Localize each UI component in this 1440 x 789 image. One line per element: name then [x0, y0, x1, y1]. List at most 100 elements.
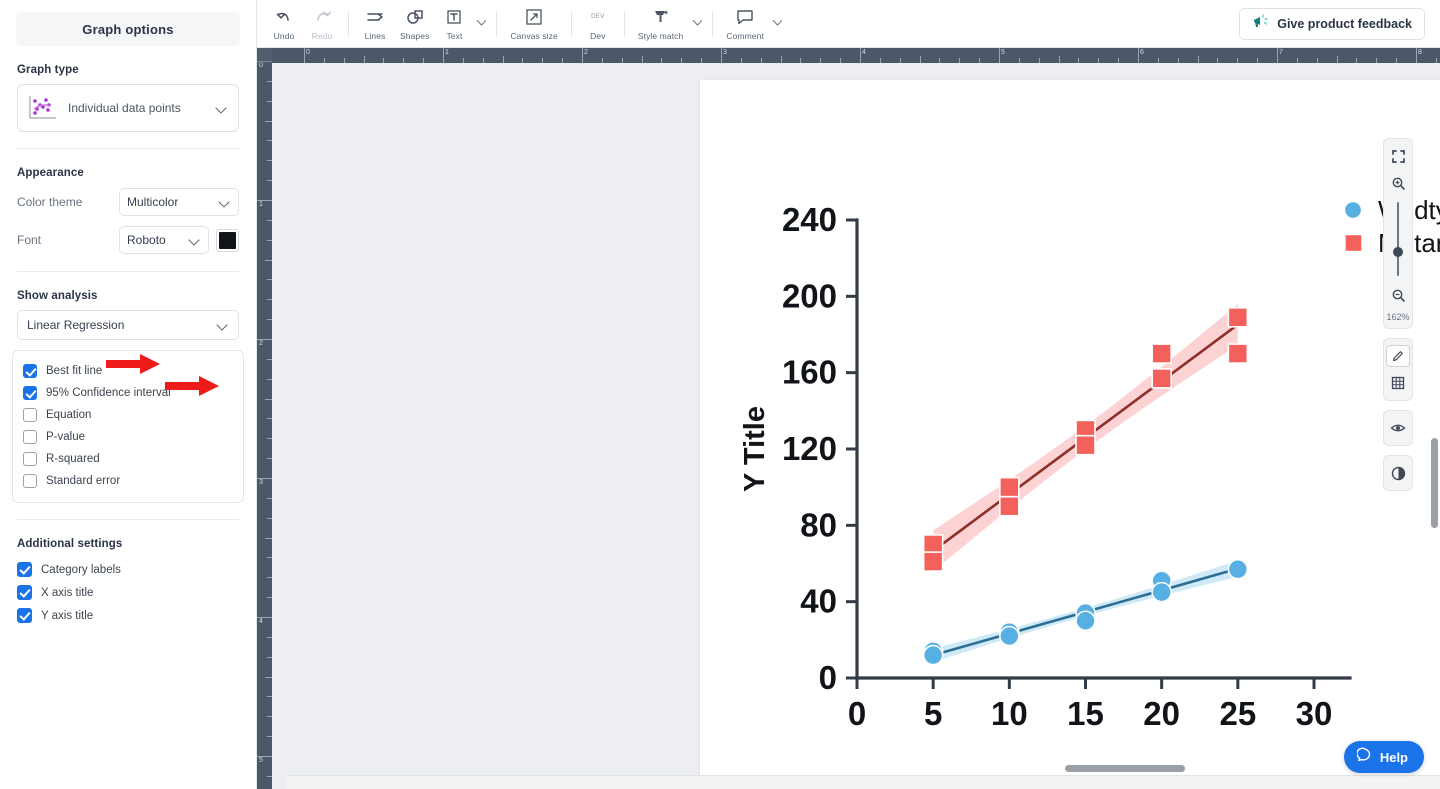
option-label: Y axis title [41, 609, 94, 622]
megaphone-icon [1252, 14, 1269, 34]
scatter-plot-figure[interactable]: 05101520253004080120160200240X TitleY Ti… [700, 80, 1440, 780]
dev-label: Dev [590, 30, 606, 41]
x-tick-label: 5 [924, 695, 942, 732]
data-point[interactable] [1151, 581, 1172, 603]
graph-type-value: Individual data points [68, 101, 181, 115]
checkbox-checked-icon[interactable] [17, 562, 32, 577]
font-color-swatch[interactable] [216, 228, 239, 252]
dev-badge: DEV [591, 14, 605, 20]
graph-type-heading: Graph type [17, 64, 79, 76]
dev-button[interactable]: DEV Dev [579, 2, 617, 46]
comment-chevron-down-icon[interactable] [770, 9, 786, 39]
checkbox-checked-icon[interactable] [23, 364, 37, 378]
data-point[interactable] [922, 534, 944, 555]
option-label: R-squared [46, 453, 100, 465]
canvas-paper[interactable]: 05101520253004080120160200240X TitleY Ti… [700, 80, 1440, 780]
toolbar-separator [712, 10, 714, 37]
horizontal-ruler[interactable]: 012345678 [257, 48, 1440, 63]
eye-icon[interactable] [1386, 417, 1410, 439]
y-tick-label: 160 [782, 354, 837, 391]
data-point[interactable] [999, 495, 1020, 517]
color-theme-label: Color theme [17, 195, 83, 209]
data-point[interactable] [1227, 343, 1249, 364]
text-button[interactable]: Text [435, 2, 473, 46]
checkbox-checked-icon[interactable] [23, 386, 37, 400]
vertical-scrollbar[interactable] [1431, 438, 1438, 528]
series-wildtype [922, 558, 1249, 666]
style-match-label: Style match [637, 30, 684, 41]
comment-icon [735, 7, 755, 28]
canvas-size-button[interactable]: Canvas size [504, 2, 563, 46]
canvas-scroll-area[interactable]: 05101520253004080120160200240X TitleY Ti… [272, 63, 1440, 789]
legend-marker-mutant[interactable] [1344, 233, 1363, 253]
y-tick-label: 120 [782, 430, 837, 467]
data-point[interactable] [999, 476, 1020, 498]
option-label: P-value [46, 431, 85, 443]
help-button[interactable]: Help [1343, 741, 1424, 773]
shapes-button[interactable]: Shapes [394, 2, 435, 46]
grid-icon[interactable] [1386, 372, 1410, 394]
zoom-slider-knob[interactable] [1393, 247, 1403, 257]
view-tool-rail: 162% [1383, 138, 1413, 491]
undo-button[interactable]: Undo [265, 2, 303, 46]
vertical-ruler[interactable]: 012345 [257, 48, 272, 789]
data-point[interactable] [1075, 610, 1096, 632]
horizontal-scrollbar[interactable] [1065, 765, 1185, 772]
dev-icon: DEV [591, 7, 605, 28]
zoom-slider[interactable] [1393, 202, 1403, 276]
help-label: Help [1379, 749, 1408, 765]
data-point[interactable] [1151, 368, 1172, 389]
checkbox-unchecked-icon[interactable] [23, 408, 37, 422]
analysis-option-r-squared[interactable]: R-squared [23, 448, 233, 470]
checkbox-unchecked-icon[interactable] [23, 474, 37, 488]
y-tick-label: 200 [782, 277, 837, 314]
data-point[interactable] [922, 644, 944, 666]
additional-option-x-axis-title[interactable]: X axis title [17, 581, 256, 604]
additional-option-category-labels[interactable]: Category labels [17, 558, 256, 581]
checkbox-checked-icon[interactable] [17, 608, 32, 623]
analysis-option-equation[interactable]: Equation [23, 404, 233, 426]
analysis-option-best-fit-line[interactable]: Best fit line [23, 360, 233, 382]
comment-button[interactable]: Comment [720, 2, 770, 46]
y-axis-title: Y Title [739, 406, 771, 492]
editor-main: Undo Redo Lines Shapes Text Canvas size … [257, 0, 1440, 789]
graph-type-select[interactable]: Individual data points [17, 84, 239, 132]
data-point[interactable] [1075, 434, 1096, 456]
text-icon [445, 7, 463, 28]
analysis-option-confidence-interval[interactable]: 95% Confidence interval [23, 382, 233, 404]
pen-icon[interactable] [1386, 345, 1410, 367]
lines-button[interactable]: Lines [356, 2, 394, 46]
redo-button[interactable]: Redo [303, 2, 341, 46]
analysis-method-select[interactable]: Linear Regression [17, 310, 239, 340]
show-analysis-heading: Show analysis [17, 290, 98, 302]
data-point[interactable] [999, 625, 1020, 647]
additional-option-y-axis-title[interactable]: Y axis title [17, 604, 256, 627]
data-point[interactable] [922, 551, 944, 572]
preview-group [1383, 410, 1413, 446]
top-toolbar: Undo Redo Lines Shapes Text Canvas size … [257, 0, 1440, 48]
style-match-chevron-down-icon[interactable] [689, 9, 705, 39]
analysis-option-p-value[interactable]: P-value [23, 426, 233, 448]
y-tick-label: 0 [819, 659, 837, 696]
text-options-chevron-down-icon[interactable] [473, 9, 489, 39]
contrast-icon[interactable] [1386, 462, 1410, 484]
checkbox-checked-icon[interactable] [17, 585, 32, 600]
checkbox-unchecked-icon[interactable] [23, 430, 37, 444]
data-point[interactable] [1227, 307, 1249, 328]
zoom-in-icon[interactable] [1386, 172, 1410, 194]
canvas-size-icon [524, 7, 544, 28]
legend-marker-wildtype[interactable] [1343, 200, 1363, 220]
zoom-out-icon[interactable] [1386, 284, 1410, 306]
style-match-button[interactable]: Style match [632, 2, 690, 46]
give-product-feedback-button[interactable]: Give product feedback [1239, 8, 1425, 40]
font-select[interactable]: Roboto [119, 226, 209, 254]
fit-screen-icon[interactable] [1386, 145, 1410, 167]
checkbox-unchecked-icon[interactable] [23, 452, 37, 466]
divider-3 [17, 519, 239, 520]
color-theme-select[interactable]: Multicolor [119, 188, 239, 216]
data-point[interactable] [1151, 343, 1172, 364]
data-point[interactable] [1227, 558, 1249, 580]
zoom-percent-label: 162% [1386, 312, 1410, 322]
bottom-bar [287, 775, 1440, 789]
analysis-option-standard-error[interactable]: Standard error [23, 470, 233, 492]
